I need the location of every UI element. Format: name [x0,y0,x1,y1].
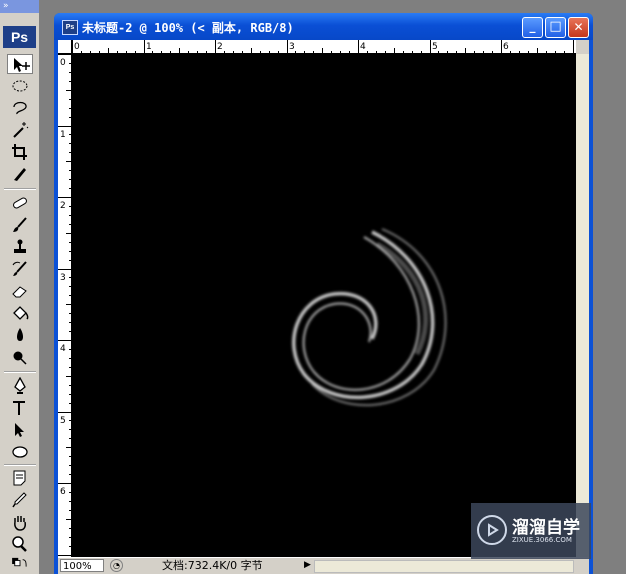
zoom-icon[interactable] [7,534,33,554]
horizontal-ruler-ticks: 0 1 2 3 4 5 6 [72,40,574,53]
clone-stamp-icon[interactable] [7,237,33,257]
document-canvas[interactable] [72,54,576,557]
document-app-icon: Ps [62,20,78,35]
watermark-brand: 溜溜自学 [512,518,580,538]
move-tool-icon[interactable] [7,54,33,74]
ruler-label: 5 [432,42,438,52]
eraser-icon[interactable] [7,281,33,301]
magic-wand-icon[interactable] [7,120,33,140]
ruler-label: 6 [60,487,66,497]
navigator-icon[interactable]: ◔ [110,559,123,572]
vertical-ruler[interactable]: 0 1 2 3 4 5 6 [58,54,72,557]
watermark: 溜溜自学 ZIXUE.3066.COM [471,503,591,559]
ruler-label: 6 [503,42,509,52]
ruler-label: 1 [60,130,66,140]
zoom-level-field[interactable]: 100% [60,559,104,572]
photoshop-logo[interactable]: Ps [3,26,36,48]
panel-grip[interactable]: » [0,0,39,13]
ruler-label: 4 [360,42,366,52]
tools-panel: » Ps [0,0,40,574]
window-titlebar[interactable]: Ps 未标题-2 @ 100% (< 副本, RGB/8) _ □ ✕ [54,13,593,40]
hand-icon[interactable] [7,512,33,532]
maximize-icon: □ [549,19,562,34]
minimize-icon: _ [529,19,536,33]
ellipse-shape-icon[interactable] [7,442,33,462]
document-size-info: 文档:732.4K/0 字节 [162,559,263,572]
close-button[interactable]: ✕ [568,17,589,38]
minimize-button[interactable]: _ [522,17,543,38]
ruler-label: 3 [60,273,66,283]
swirl-artwork [292,228,447,407]
document-client-area: 0 1 2 3 4 5 6 0 1 2 3 4 5 6 100% ◔ 文档:732.4K/0 字节 ▶ [58,40,589,574]
history-brush-icon[interactable] [7,259,33,279]
toolbox-divider [4,371,36,373]
window-title: 未标题-2 @ 100% (< 副本, RGB/8) [82,21,294,35]
elliptical-marquee-icon[interactable] [7,76,33,96]
ruler-label: 2 [217,42,223,52]
notes-icon[interactable] [7,468,33,488]
vertical-ruler-ticks: 0 1 2 3 4 5 6 [58,54,71,556]
toolbox-divider [4,188,36,190]
status-bar: 100% ◔ 文档:732.4K/0 字节 ▶ [58,557,589,574]
brush-icon[interactable] [7,215,33,235]
slice-icon[interactable] [7,164,33,184]
blur-icon[interactable] [7,325,33,345]
watermark-site: ZIXUE.3066.COM [512,536,572,544]
vertical-scrollbar[interactable] [576,54,589,557]
ruler-label: 5 [60,416,66,426]
paint-bucket-icon[interactable] [7,303,33,323]
lasso-icon[interactable] [7,98,33,118]
eyedropper-icon[interactable] [7,490,33,510]
ruler-label: 3 [289,42,295,52]
ruler-label: 0 [74,42,80,52]
ruler-label: 2 [60,201,66,211]
crop-icon[interactable] [7,142,33,162]
ruler-label: 0 [60,58,66,68]
dodge-icon[interactable] [7,347,33,367]
toolbox-divider [4,464,36,466]
ruler-label: 4 [60,344,66,354]
swap-colors-icon[interactable] [7,556,33,572]
type-icon[interactable] [7,398,33,418]
healing-brush-icon[interactable] [7,193,33,213]
play-logo-icon [477,515,507,545]
swirl-strokes [292,228,447,407]
ruler-origin[interactable] [58,40,72,54]
pen-icon[interactable] [7,376,33,396]
ruler-label: 1 [146,42,152,52]
close-icon: ✕ [573,20,584,34]
path-selection-icon[interactable] [7,420,33,440]
document-window: Ps 未标题-2 @ 100% (< 副本, RGB/8) _ □ ✕ 0 1 2 3… [54,13,593,574]
status-menu-arrow-icon[interactable]: ▶ [304,560,311,570]
horizontal-scrollbar[interactable] [314,560,574,573]
maximize-button[interactable]: □ [545,17,566,38]
horizontal-ruler[interactable]: 0 1 2 3 4 5 6 [72,40,576,54]
